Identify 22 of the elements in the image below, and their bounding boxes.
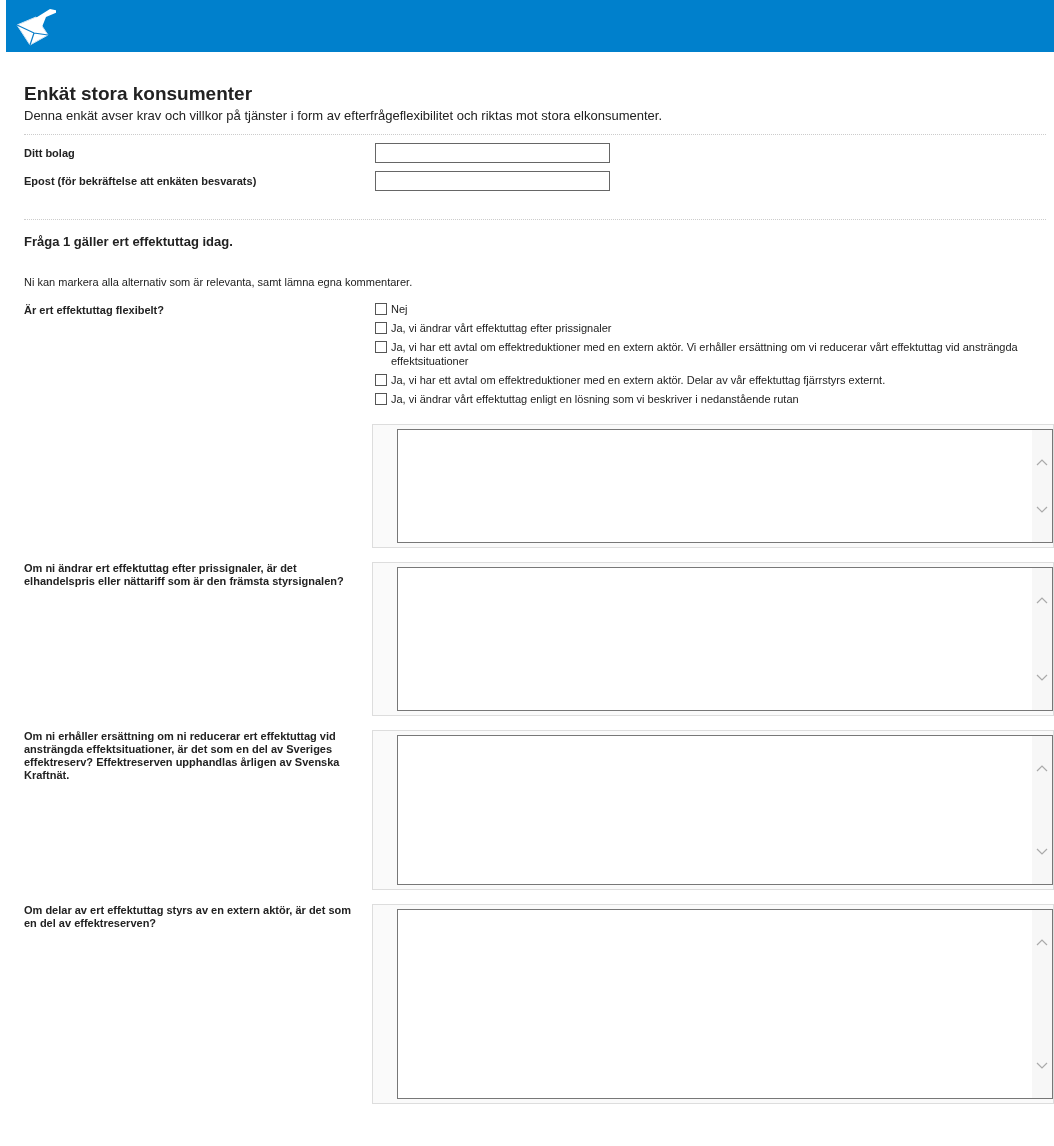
question-label: Om ni erhåller ersättning om ni reducerar ert effektuttag vid ansträngda effektsituationer, är det som en del av Sveriges effektreserv? Effektreserven upphandlas årligen av Svenska Kraftnät. [24,730,341,782]
page-title: Enkät stora konsumenter [24,82,254,106]
text-field[interactable] [375,143,610,163]
text-field[interactable] [375,171,610,191]
checkbox-label: Ja, vi ändrar vårt effektuttag enligt en lösning som vi beskriver i nedanstående rutan [391,392,799,406]
checkbox-label: Ja, vi har ett avtal om effektreduktioner med en extern aktör. Delar av vår effektuttag fjärrstyrs externt. [391,373,886,387]
question-label: Är ert effektuttag flexibelt? [24,303,165,318]
checkbox-label: Ja, vi ändrar vårt effektuttag efter prissignaler [391,321,612,335]
checkbox[interactable] [375,303,387,315]
section-instruction: Ni kan markera alla alternativ som är relevanta, samt lämna egna kommentarer. [24,274,414,290]
checkbox[interactable] [375,341,387,353]
question-label: Om delar av ert effektuttag styrs av en extern aktör, är det som en del av effektreserven? [24,904,353,930]
page-description: Denna enkät avser krav och villkor på tjänster i form av efterfrågeflexibilitet och riktas mot stora elkonsumenter. [24,107,663,125]
question-label: Om ni ändrar ert effektuttag efter prissignaler, är det elhandelspris eller nättariff som är den främsta styrsignalen? [24,562,345,588]
field-label: Epost (för bekräftelse att enkäten besvarats) [24,173,258,189]
checkbox-label: Ja, vi har ett avtal om effektreduktioner med en extern aktör. Vi erhåller ersättning om vi reducerar vårt effektuttag vid ansträngda effektsituationer [391,340,1019,368]
section-heading: Fråga 1 gäller ert effektuttag idag. [24,233,234,251]
checkbox[interactable] [375,374,387,386]
checkbox-label: Nej [391,302,408,316]
checkbox[interactable] [375,393,387,405]
checkbox[interactable] [375,322,387,334]
field-label: Ditt bolag [24,145,76,161]
